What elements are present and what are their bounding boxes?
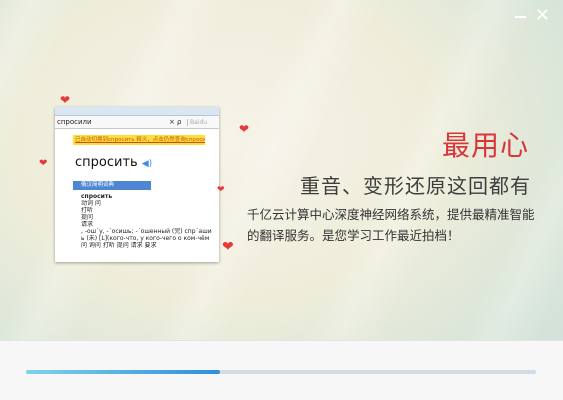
footer-bar [0,340,563,400]
progress-bar [26,370,536,374]
entry-line: 打听 [81,207,94,214]
dictionary-screenshot: спросили × ρ Baidu 已自动切换到спросить 释义，点击仍… [55,107,219,262]
headline-subtitle: 重音、变形还原这回都有 [300,174,531,198]
heart-icon: ❤ [39,158,48,169]
entry-line: 请求 [81,221,94,228]
screenshot-headword-text: спросить [75,155,138,170]
screenshot-titlebar [55,107,219,116]
heart-icon: ❤ [239,122,250,136]
heart-icon: ❤ [60,93,71,107]
entry-line: 提问 [81,214,94,221]
screenshot-auto-switch-banner: 已自动切换到спросить 释义，点击仍然查询спросили [73,135,205,145]
minimize-icon[interactable] [515,6,527,22]
entry-line: 问 询问 打听 提问 请求 要求 [81,242,157,249]
close-icon[interactable]: ✕ [535,7,550,25]
headline-title: 最用心 [441,129,529,162]
progress-fill [26,370,220,374]
entry-line: спросить [81,193,113,200]
speaker-icon: ◀) [141,159,153,169]
entry-line: 动词 问 [81,200,101,207]
headline-description: 千亿云计算中心深度神经网络系统，提供最精准智能的翻译服务。是您学习工作最近拍档！ [247,207,535,243]
entry-line: ь (未) [L](кого-что, у кого-чего о ком-чё… [81,235,210,242]
screenshot-search-bar: спросили × ρ Baidu [55,116,219,129]
screenshot-dict-tab: 俄汉简明词典 [73,181,151,190]
screenshot-baidu-box: Baidu [187,118,219,126]
screenshot-headword: спросить ◀) [75,155,219,171]
search-icon: ρ [177,118,182,126]
heart-icon: ❤ [217,185,225,195]
installer-window: ✕ спросили × ρ Baidu 已自动切换到спросить 释义，点… [0,0,563,400]
screenshot-search-query: спросили [57,118,92,126]
clear-icon: × [169,118,175,126]
screenshot-entries: спросить 动词 问 打听 提问 请求 , -ошˊу, -ˊосишь;… [81,193,219,249]
entry-line: , -ошˊу, -ˊосишь; -ˊошенный (完) спрˊаши [81,228,212,235]
heart-icon: ❤ [222,239,234,255]
